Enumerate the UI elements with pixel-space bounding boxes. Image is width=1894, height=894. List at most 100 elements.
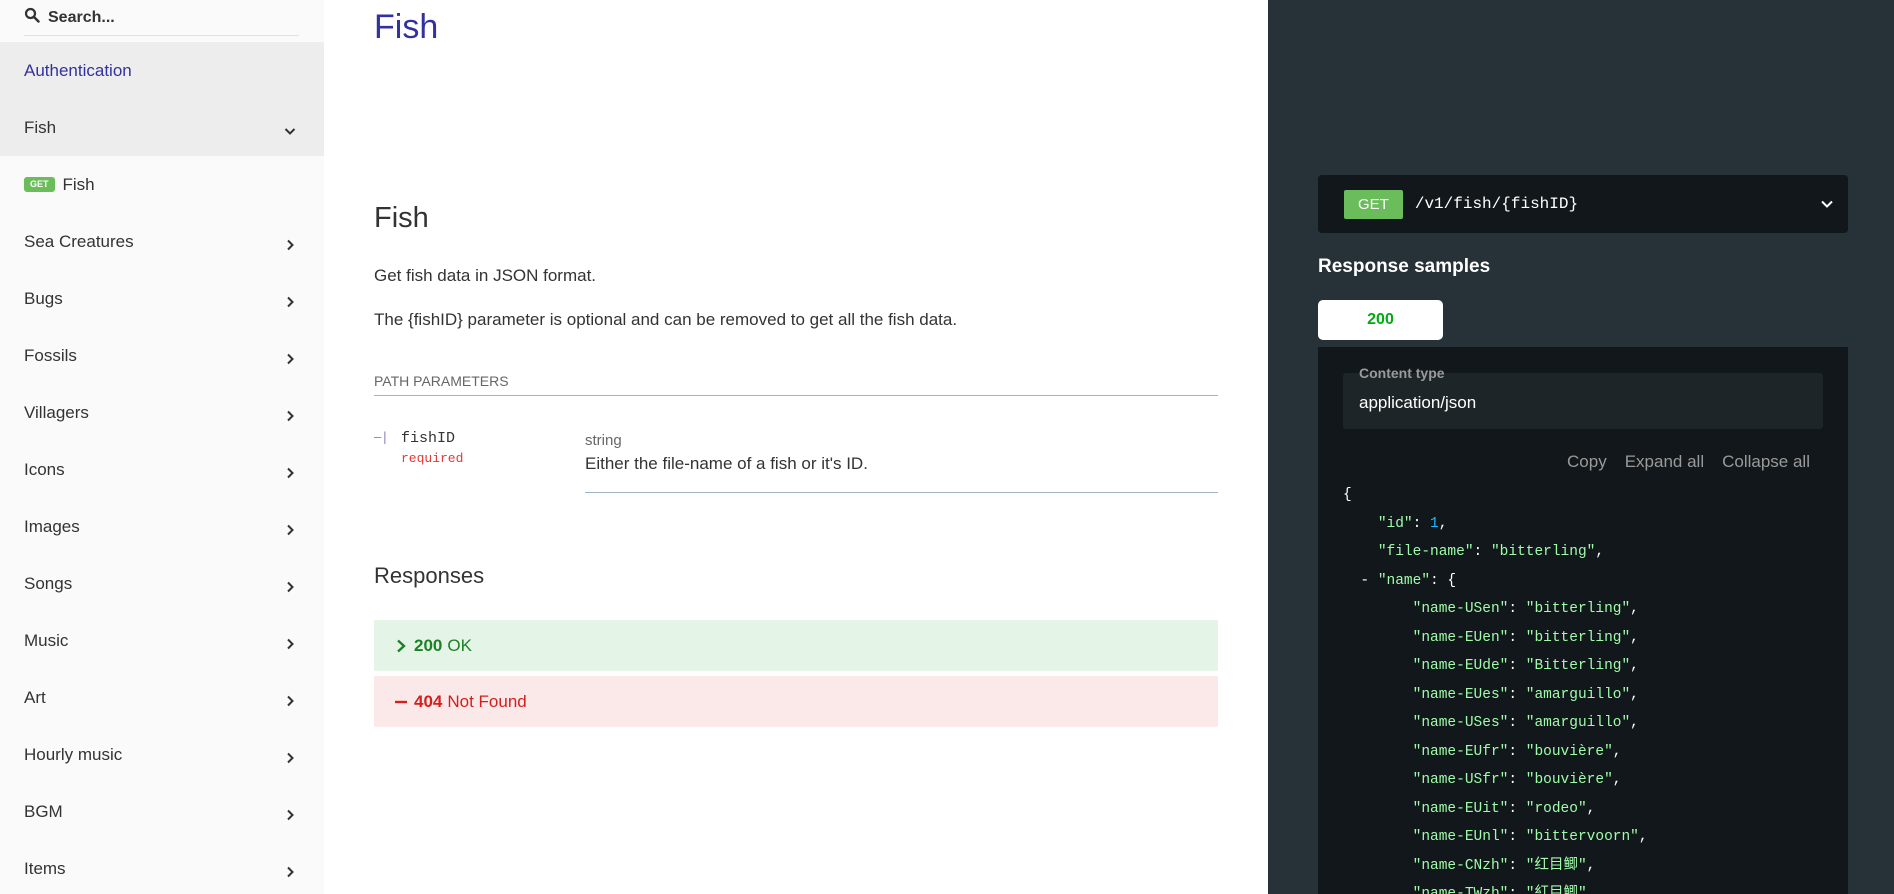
search-icon <box>24 7 40 28</box>
json-actions: Copy Expand all Collapse all <box>1567 452 1810 472</box>
sidebar-item-bgm[interactable]: BGM <box>0 783 324 840</box>
response-text: OK <box>447 635 472 655</box>
sidebar-item-fossils[interactable]: Fossils <box>0 327 324 384</box>
chevron-right-icon <box>284 806 296 820</box>
tree-branch-icon: —| <box>374 430 389 444</box>
sidebar-item-villagers[interactable]: Villagers <box>0 384 324 441</box>
response-samples-title: Response samples <box>1318 256 1491 277</box>
chevron-right-icon <box>284 464 296 478</box>
json-brace: { <box>1343 487 1352 503</box>
sidebar-item-fish-get[interactable]: GET Fish <box>0 156 324 213</box>
endpoint-path: /v1/fish/{fishID} <box>1414 195 1579 213</box>
chevron-right-icon <box>284 578 296 592</box>
chevron-right-icon <box>394 639 408 653</box>
main-content: Fish Fish Get fish data in JSON format. … <box>324 0 1268 894</box>
json-value: "bitterling" <box>1525 629 1631 646</box>
sidebar-item-label: Fossils <box>24 345 77 365</box>
json-value: "rodeo" <box>1525 800 1587 817</box>
get-badge: GET <box>24 177 55 192</box>
expand-all-button[interactable]: Expand all <box>1625 452 1704 472</box>
chevron-right-icon <box>284 521 296 535</box>
search-input[interactable] <box>48 8 288 27</box>
param-name: fishID <box>401 430 456 447</box>
page-title: Fish <box>374 8 439 46</box>
collapse-all-button[interactable]: Collapse all <box>1722 452 1810 472</box>
param-required: required <box>401 451 464 466</box>
sidebar-item-fish[interactable]: Fish <box>0 99 324 156</box>
param-type: string <box>585 432 622 449</box>
operation-title: Fish <box>374 202 429 234</box>
json-key: "name-USfr" <box>1412 772 1509 788</box>
json-key: "name-EUnl" <box>1412 829 1509 845</box>
sidebar-item-hourly-music[interactable]: Hourly music <box>0 726 324 783</box>
content-type-box: Content type application/json <box>1343 359 1823 429</box>
json-value: "bitterling" <box>1525 601 1631 617</box>
json-key: "name-USen" <box>1412 601 1509 617</box>
sidebar-item-label: Fish <box>24 117 57 137</box>
sidebar-item-bugs[interactable]: Bugs <box>0 270 324 327</box>
sidebar-item-label: Authentication <box>24 60 132 80</box>
sidebar: Authentication Fish GET Fish Sea Creatur… <box>0 0 324 894</box>
sidebar-item-label: Fish <box>62 174 95 194</box>
json-value: "amarguillo" <box>1525 715 1631 731</box>
sidebar-item-songs[interactable]: Songs <box>0 555 324 612</box>
param-description: Either the file-name of a fish or it's I… <box>585 454 1218 493</box>
http-method-badge: GET <box>1344 189 1403 219</box>
response-404[interactable]: 404 Not Found <box>374 676 1218 727</box>
json-key: "name-USes" <box>1412 715 1509 731</box>
json-value: "Bitterling" <box>1525 658 1631 674</box>
operation-note: The {fishID} parameter is optional and c… <box>374 310 958 329</box>
sidebar-item-sea-creatures[interactable]: Sea Creatures <box>0 213 324 270</box>
search-bar <box>24 0 299 36</box>
sidebar-menu: Authentication Fish GET Fish Sea Creatur… <box>0 42 324 894</box>
json-value: 1 <box>1430 515 1439 532</box>
sidebar-item-items[interactable]: Items <box>0 840 324 894</box>
sidebar-item-label: BGM <box>24 801 63 821</box>
json-value: "bittervoorn" <box>1525 829 1639 845</box>
sidebar-item-label: Icons <box>24 459 65 479</box>
json-key: "name-EUit" <box>1412 800 1509 817</box>
sidebar-item-label: Images <box>24 516 80 536</box>
json-sample: { "id": 1, "file-name": "bitterling", - … <box>1343 481 1648 894</box>
sidebar-item-images[interactable]: Images <box>0 498 324 555</box>
json-line-id: "id": 1, <box>1377 515 1448 532</box>
sample-body: Content type application/json Copy Expan… <box>1318 347 1848 894</box>
sidebar-item-icons[interactable]: Icons <box>0 441 324 498</box>
sidebar-item-label: Items <box>24 858 66 878</box>
chevron-right-icon <box>284 863 296 877</box>
chevron-down-icon <box>1820 197 1834 211</box>
response-code: 404 <box>414 691 443 711</box>
sidebar-item-label: Villagers <box>24 402 89 422</box>
sidebar-item-label: Music <box>24 630 69 650</box>
endpoint-selector[interactable]: GET /v1/fish/{fishID} <box>1318 175 1848 233</box>
content-type-value[interactable]: application/json <box>1359 393 1476 413</box>
operation-description: Get fish data in JSON format. <box>374 266 597 285</box>
json-key: "name-TWzh" <box>1412 886 1509 894</box>
sidebar-item-label: Hourly music <box>24 744 123 764</box>
right-panel: GET /v1/fish/{fishID} Response samples 2… <box>1268 0 1894 894</box>
response-200[interactable]: 200 OK <box>374 620 1218 671</box>
chevron-right-icon <box>284 407 296 421</box>
path-parameters-heading: PATH PARAMETERS <box>374 373 1218 396</box>
sidebar-item-label: Art <box>24 687 46 707</box>
chevron-right-icon <box>284 293 296 307</box>
minus-icon <box>394 695 408 709</box>
content-type-label: Content type <box>1359 365 1445 381</box>
sidebar-item-music[interactable]: Music <box>0 612 324 669</box>
sidebar-item-art[interactable]: Art <box>0 669 324 726</box>
json-value: "bitterling" <box>1490 544 1596 560</box>
response-code: 200 <box>414 635 443 655</box>
chevron-right-icon <box>284 692 296 706</box>
chevron-right-icon <box>284 635 296 649</box>
json-value: "bouvière" <box>1525 772 1613 788</box>
sidebar-item-label: Songs <box>24 573 73 593</box>
copy-button[interactable]: Copy <box>1567 452 1607 472</box>
json-key: "name" <box>1377 572 1431 589</box>
json-key: "name-EUes" <box>1412 686 1509 703</box>
json-value: "紅目鯽" <box>1525 886 1587 894</box>
tab-200[interactable]: 200 <box>1318 300 1443 340</box>
response-text: Not Found <box>447 691 527 711</box>
json-line-name[interactable]: - "name": { <box>1343 573 1456 589</box>
json-key: "name-EUen" <box>1412 629 1509 646</box>
sidebar-item-authentication[interactable]: Authentication <box>0 42 324 99</box>
